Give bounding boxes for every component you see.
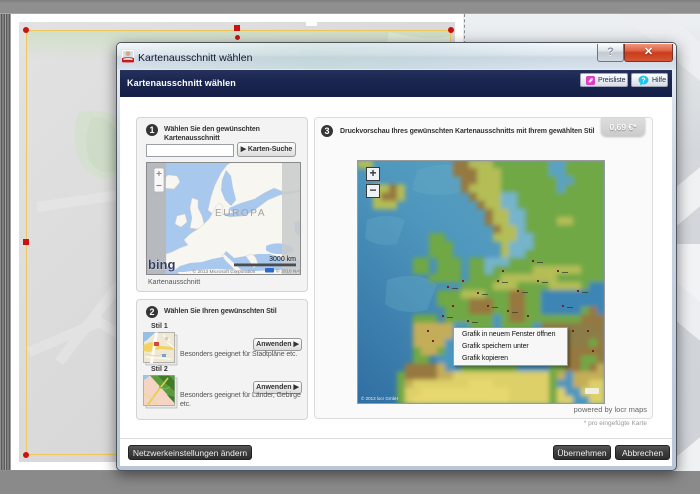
svg-text:© 2013 Microsoft Corporation: © 2013 Microsoft Corporation xyxy=(193,268,256,275)
svg-text:3000 km: 3000 km xyxy=(269,256,296,263)
svg-text:bing: bing xyxy=(148,257,175,272)
svg-text:EUROPA: EUROPA xyxy=(215,208,266,219)
svg-text:© 2010 NAVTEQ: © 2010 NAVTEQ xyxy=(276,268,301,275)
svg-text:© 2013 locr GmbH: © 2013 locr GmbH xyxy=(361,395,398,401)
svg-text:?: ? xyxy=(641,77,645,84)
